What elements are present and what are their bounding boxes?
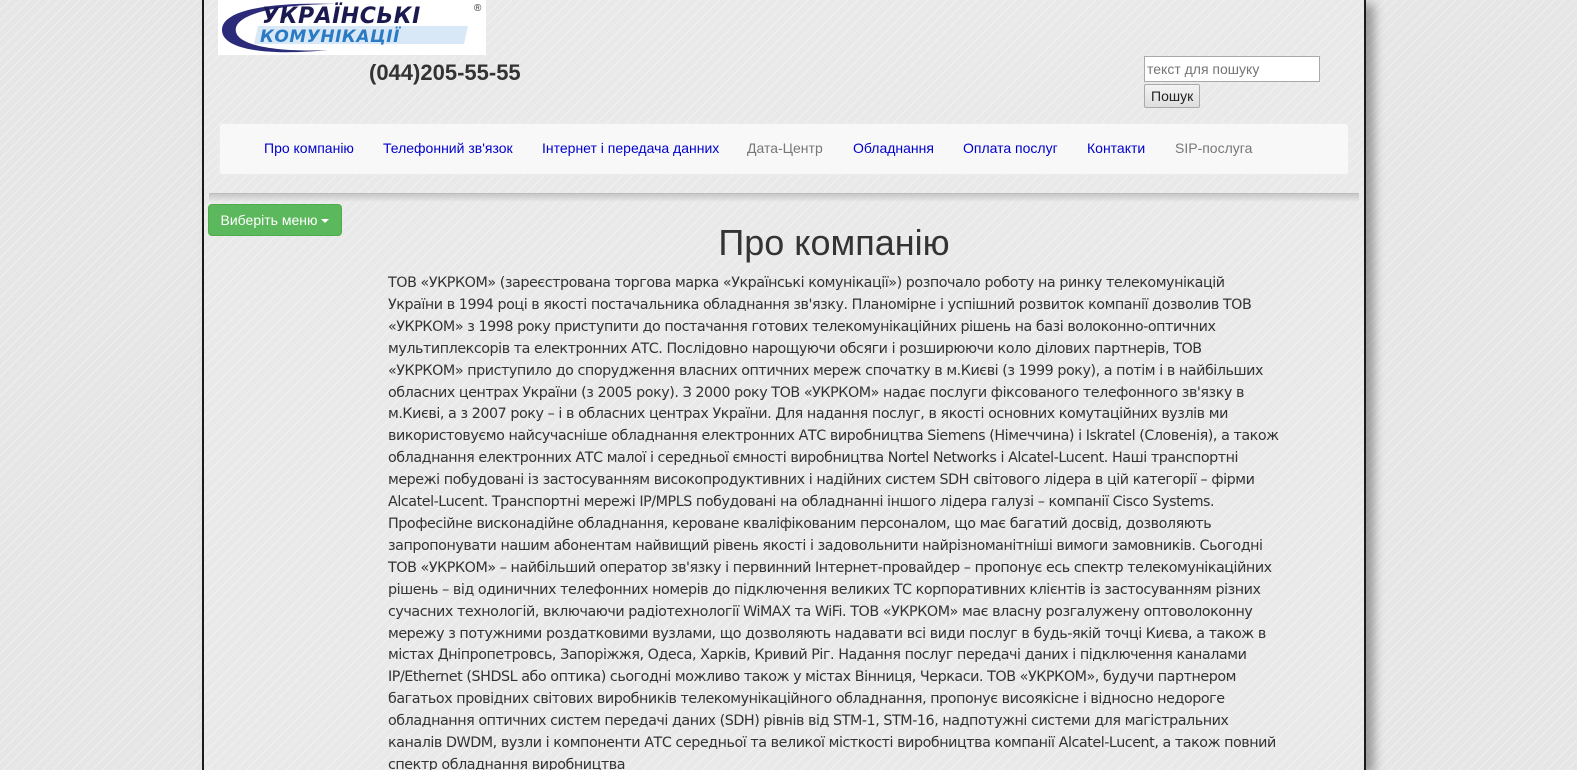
search-input[interactable] — [1144, 56, 1320, 82]
about-text: ТОВ «УКРКОМ» (зареєстрована торгова марк… — [388, 275, 1279, 770]
phone-number: (044)205-55-55 — [369, 60, 521, 85]
nav-item-payment[interactable]: Оплата послуг — [963, 140, 1058, 156]
header-divider — [209, 193, 1359, 202]
page-frame: УКРАЇНСЬКІ КОМУНІКАЦІЇ ® (044)205-55-55 … — [202, 0, 1366, 770]
company-logo[interactable]: УКРАЇНСЬКІ КОМУНІКАЦІЇ ® — [218, 0, 486, 55]
logo-text-line1: УКРАЇНСЬКІ — [262, 4, 421, 29]
nav-item-datacenter[interactable]: Дата-Центр — [747, 140, 823, 156]
search-button[interactable]: Пошук — [1144, 84, 1201, 108]
nav-item-telephony[interactable]: Телефонний зв'язок — [383, 140, 513, 156]
caret-down-icon — [321, 219, 330, 224]
nav-item-equipment[interactable]: Обладнання — [853, 140, 934, 156]
nav-item-about[interactable]: Про компанію — [264, 140, 354, 156]
select-menu-label: Виберіть меню — [220, 212, 318, 228]
logo-text-line2: КОМУНІКАЦІЇ — [260, 27, 400, 47]
main-navbar: Про компанію Телефонний зв'язок Інтернет… — [219, 123, 1349, 175]
nav-item-internet[interactable]: Інтернет і передача данних — [542, 140, 719, 156]
nav-item-contacts[interactable]: Контакти — [1087, 140, 1145, 156]
registered-mark: ® — [474, 3, 482, 14]
page-title: Про компанію — [718, 222, 950, 263]
select-menu-button[interactable]: Виберіть меню — [208, 204, 342, 236]
nav-item-sip[interactable]: SIP-послуга — [1175, 140, 1252, 156]
